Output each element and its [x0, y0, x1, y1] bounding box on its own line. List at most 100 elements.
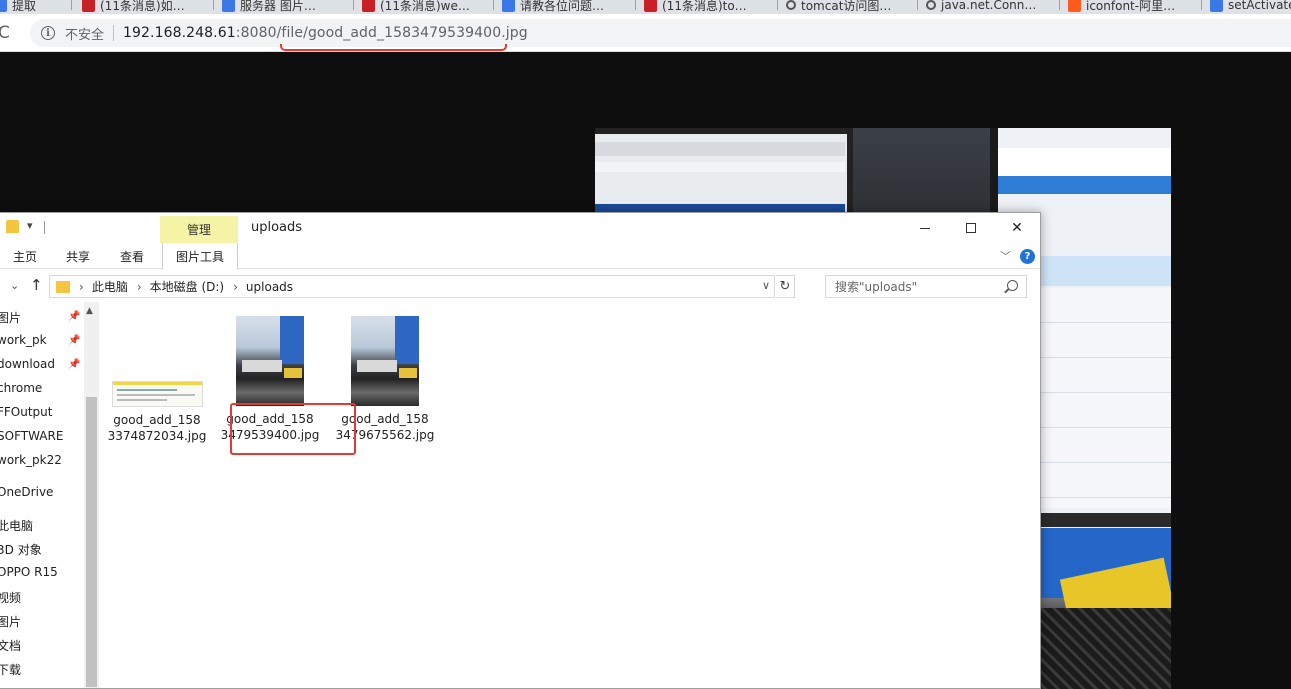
pin-icon[interactable]: 📌 [68, 311, 80, 322]
breadcrumb-separator[interactable]: › [137, 280, 142, 294]
sidebar-item-oppo-r15[interactable]: OPPO R15 [0, 565, 58, 579]
security-label[interactable]: 不安全 [65, 24, 104, 43]
browser-tab[interactable]: tomcat访问图… [778, 0, 918, 14]
scroll-up-icon[interactable]: ▲ [86, 306, 93, 316]
tab-label: 请教各位问题… [520, 0, 605, 13]
minimize-button[interactable] [902, 213, 948, 243]
folder-icon [56, 280, 70, 293]
browser-tab[interactable]: (11条消息)we… [354, 0, 494, 14]
sidebar-scrollbar[interactable]: ▲ [84, 302, 99, 688]
title-separator [44, 221, 45, 234]
recent-locations-icon[interactable]: ⌄ [10, 279, 19, 292]
scrollbar-thumb[interactable] [86, 397, 97, 687]
maximize-icon [966, 223, 976, 233]
file-name-line2: 3374872034.jpg [107, 429, 207, 443]
title-bar: ▾ 管理 uploads ✕ [0, 213, 1040, 243]
help-icon[interactable]: ? [1020, 249, 1035, 264]
browser-tab[interactable]: 请教各位问题… [494, 0, 636, 14]
doc-icon [0, 0, 7, 12]
browser-tab[interactable]: (11条消息)to… [636, 0, 778, 14]
sidebar-item-chrome[interactable]: chrome [0, 381, 42, 395]
thumb-detail [116, 389, 177, 391]
thumb-detail [399, 368, 417, 378]
window-title: uploads [251, 220, 303, 235]
file-name: good_add_158 3374872034.jpg [102, 412, 212, 444]
breadcrumb-this-pc[interactable]: 此电脑 [92, 278, 128, 295]
sidebar-item-documents[interactable]: 文档 [0, 637, 21, 654]
sidebar-item-videos[interactable]: 视频 [0, 589, 21, 606]
tab-picture-tools[interactable]: 图片工具 [162, 243, 238, 269]
pin-icon[interactable]: 📌 [68, 335, 80, 346]
maximize-button[interactable] [948, 213, 994, 243]
file-name-line1: good_add_158 [113, 413, 201, 427]
browser-tab[interactable]: iconfont-阿里… [1060, 0, 1202, 14]
close-button[interactable]: ✕ [994, 213, 1040, 243]
thumb-detail [280, 316, 304, 364]
refresh-icon: ↻ [779, 279, 791, 294]
pin-icon[interactable]: 📌 [68, 359, 80, 370]
quick-access-dropdown-icon[interactable]: ▾ [27, 219, 33, 232]
tab-label: (11条消息)we… [380, 0, 470, 13]
csdn-icon [82, 0, 95, 12]
browser-tab[interactable]: (11条消息)如… [74, 0, 214, 14]
omnibox-separator [113, 25, 115, 41]
chevron-down-icon[interactable]: ∨ [762, 279, 770, 292]
search-placeholder: 搜索"uploads" [835, 280, 918, 294]
omnibox[interactable]: i 不安全 192.168.248.61:8080/file/good_add_… [30, 19, 1291, 47]
photo-detail [595, 162, 845, 172]
browser-tab[interactable]: java.net.Conn… [918, 0, 1060, 14]
up-arrow-icon[interactable]: ↑ [30, 276, 43, 294]
file-thumbnail [351, 316, 419, 406]
tab-label: (11条消息)to… [662, 0, 747, 13]
sidebar-item-work-pk22[interactable]: work_pk22 [0, 453, 62, 467]
file-list: good_add_158 3374872034.jpg good_add_158… [100, 302, 1040, 688]
folder-icon[interactable] [6, 220, 19, 233]
breadcrumb-local-disk[interactable]: 本地磁盘 (D:) [150, 278, 224, 295]
thumb-detail [112, 382, 202, 385]
url-text[interactable]: 192.168.248.61:8080/file/good_add_158347… [123, 25, 528, 41]
sidebar-item-pictures[interactable]: 图片 [0, 309, 21, 326]
browser-tab[interactable]: 提取 [0, 0, 72, 14]
file-thumbnail [111, 381, 203, 407]
browser-tab[interactable]: 服务器 图片… [214, 0, 354, 14]
tab-view[interactable]: 查看 [120, 248, 144, 265]
file-thumbnail [236, 316, 304, 406]
sidebar-item-this-pc[interactable]: 此电脑 [0, 517, 33, 534]
sidebar-item-work-pk[interactable]: work_pk [0, 333, 47, 347]
sidebar-item-download[interactable]: download [0, 357, 55, 371]
info-icon[interactable]: i [41, 26, 55, 40]
sidebar-item-downloads[interactable]: 下载 [0, 661, 21, 678]
tab-share[interactable]: 共享 [66, 248, 90, 265]
tab-home[interactable]: 主页 [13, 248, 37, 265]
manage-context-tab[interactable]: 管理 [160, 216, 238, 243]
browser-tab[interactable]: setActivate… [1202, 0, 1291, 14]
tab-label: tomcat访问图… [801, 0, 892, 13]
file-item[interactable]: good_add_158 3374872034.jpg [102, 381, 212, 444]
tab-label: setActivate… [1228, 0, 1291, 12]
sidebar-item-software[interactable]: SOFTWARE [0, 429, 63, 443]
url-host: 192.168.248.61 [123, 25, 236, 41]
search-input[interactable]: 搜索"uploads" [825, 275, 1027, 298]
breadcrumb-separator[interactable]: › [79, 280, 84, 294]
minimize-icon [920, 227, 930, 229]
reload-icon[interactable]: C [0, 23, 10, 43]
csdn-icon [362, 0, 375, 12]
address-path[interactable]: › 此电脑 › 本地磁盘 (D:) › uploads ∨ [49, 275, 775, 298]
breadcrumb-separator[interactable]: › [233, 280, 238, 294]
url-highlight-annotation [280, 44, 507, 51]
tab-label: (11条消息)如… [100, 0, 185, 13]
sidebar-item-ffoutput[interactable]: FFOutput [0, 405, 53, 419]
close-icon: ✕ [1011, 220, 1023, 236]
sidebar-item-3d-objects[interactable]: 3D 对象 [0, 541, 42, 558]
breadcrumb-uploads[interactable]: uploads [246, 280, 293, 294]
file-highlight-annotation [230, 403, 356, 455]
sidebar-item-pictures-pc[interactable]: 图片 [0, 613, 21, 630]
doc-icon [502, 0, 515, 12]
sidebar-item-onedrive[interactable]: OneDrive [0, 485, 53, 499]
search-icon[interactable] [1007, 280, 1018, 291]
chevron-down-icon[interactable]: ﹀ [1000, 248, 1011, 264]
csdn-icon [644, 0, 657, 12]
refresh-button[interactable]: ↻ [776, 275, 795, 298]
thumb-detail [395, 316, 419, 364]
tab-label: 服务器 图片… [240, 0, 316, 13]
